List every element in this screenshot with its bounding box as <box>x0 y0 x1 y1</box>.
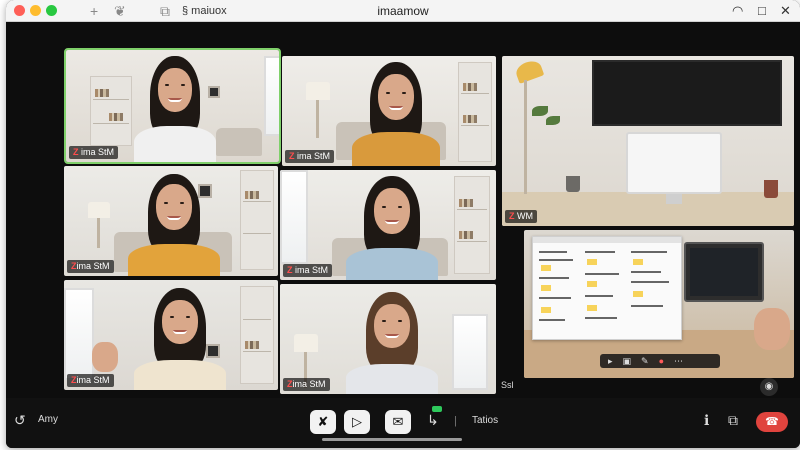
window-title: imaamow <box>377 4 429 18</box>
pointer-icon[interactable]: ▸ <box>608 355 613 367</box>
participant-name-tag: Z WM <box>505 210 537 223</box>
more-icon[interactable]: ⋯ <box>674 355 683 367</box>
video-tile-7[interactable]: Zima StM <box>64 280 278 390</box>
screen-share-tile[interactable]: ▸ ▣ ✎ ● ⋯ <box>524 230 794 378</box>
shared-document[interactable] <box>532 236 682 340</box>
user-name-label: Amy <box>38 414 58 425</box>
participant-name-tag: Zima StM <box>67 260 114 273</box>
participant-video <box>348 62 444 166</box>
camera-switch-icon[interactable]: ◉ <box>760 378 778 396</box>
close-icon[interactable]: ✕ <box>780 2 791 20</box>
annotate-icon[interactable]: ✎ <box>641 355 649 367</box>
meeting-controls-bar: ↺ Amy ✘ ▷ ✉ ↳ | Tatios ℹ ⧉ ☎ <box>6 398 800 448</box>
video-tile-8[interactable]: Zima StM <box>280 284 496 394</box>
video-tile-4[interactable]: Zima StM <box>64 166 278 276</box>
scrubber-bar[interactable] <box>322 438 462 441</box>
app-window: + ❦ ⧉ § maiuox imaamow ◠ □ ✕ Z ima StM Z… <box>6 0 800 448</box>
video-toggle-button[interactable]: ▷ <box>344 410 370 434</box>
video-tile-3[interactable]: Z WM <box>502 56 794 226</box>
video-tile-1[interactable]: Z ima StM <box>64 48 281 164</box>
title-bar: + ❦ ⧉ § maiuox imaamow ◠ □ ✕ <box>6 0 800 22</box>
wifi-icon: ◠ <box>732 3 744 18</box>
participant-name-tag: Zima StM <box>283 378 330 391</box>
maximize-icon[interactable]: □ <box>758 2 766 20</box>
participant-name-tag: Z ima StM <box>69 146 119 159</box>
office-camera-view <box>502 56 794 226</box>
participant-video <box>342 176 442 280</box>
camera-icon[interactable]: ▣ <box>623 355 632 367</box>
stop-share-icon[interactable]: ● <box>659 355 664 367</box>
info-icon[interactable]: ℹ <box>704 412 709 428</box>
screen-share-toolbar[interactable]: ▸ ▣ ✎ ● ⋯ <box>600 354 720 368</box>
video-tile-2[interactable]: Z ima StM <box>282 56 496 166</box>
mute-button[interactable]: ✘ <box>310 410 336 434</box>
participant-video <box>128 288 228 390</box>
chat-button[interactable]: ✉ <box>385 410 411 434</box>
waving-hand <box>92 342 118 372</box>
participant-name-tag: Zima StM <box>67 374 114 387</box>
layout-icon[interactable]: ⧉ <box>728 412 738 428</box>
end-call-button[interactable]: ☎ <box>756 412 788 432</box>
participant-video <box>342 292 442 394</box>
participant-label-ssl: Ssl <box>501 380 514 390</box>
controls-label[interactable]: Tatios <box>472 415 498 427</box>
participant-video <box>124 174 224 276</box>
participant-name-tag: Z ima StM <box>283 264 333 277</box>
share-icon[interactable]: ↳ <box>427 412 439 428</box>
controls-separator: | <box>454 415 457 427</box>
participant-video <box>130 56 220 162</box>
refresh-icon[interactable]: ↺ <box>14 412 26 428</box>
video-tile-5[interactable]: Z ima StM <box>280 170 496 280</box>
participant-name-tag: Z ima StM <box>285 150 335 163</box>
